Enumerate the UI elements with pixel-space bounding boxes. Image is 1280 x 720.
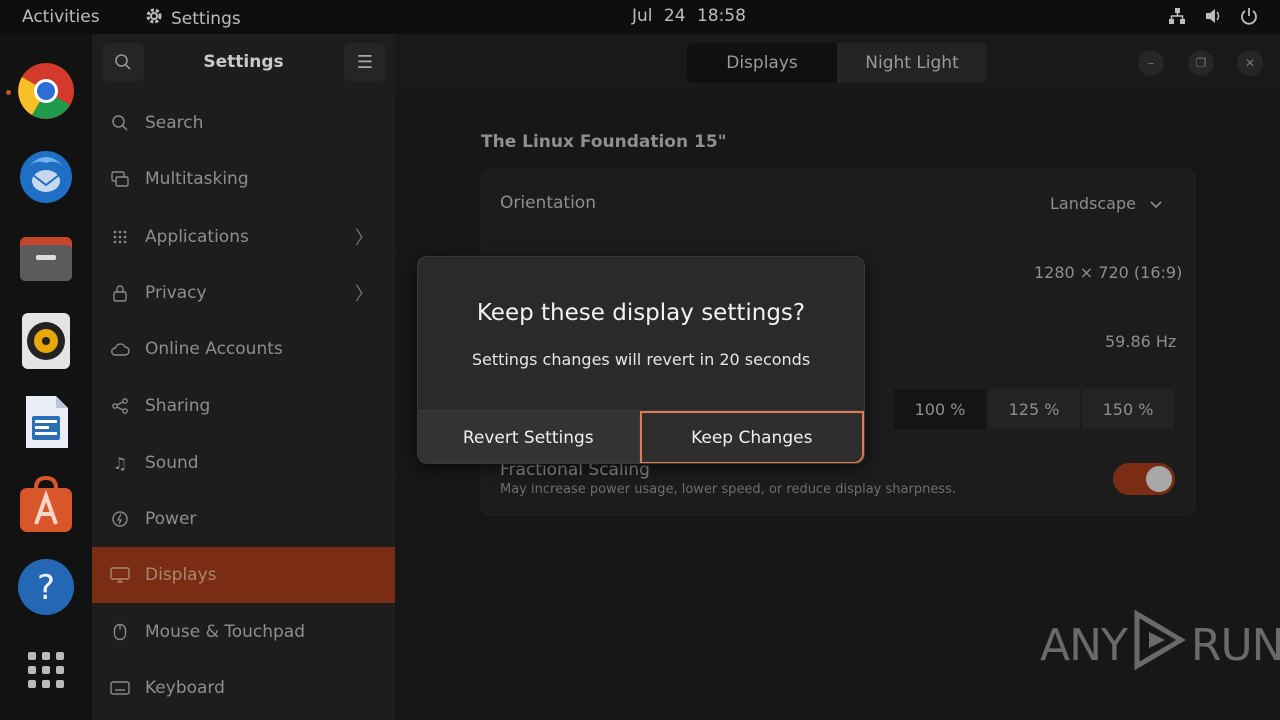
sidebar-item-displays[interactable]: Displays (92, 547, 395, 603)
power-icon (1240, 7, 1258, 25)
restore-icon: ❐ (1195, 56, 1207, 70)
sidebar-item-label: Displays (145, 565, 217, 585)
sidebar-item-label: Power (145, 509, 197, 529)
orientation-dropdown[interactable]: Landscape (1050, 194, 1162, 213)
fractional-scaling-toggle[interactable] (1113, 463, 1175, 495)
maximize-button[interactable]: ❐ (1188, 50, 1214, 76)
chevron-down-icon (1150, 194, 1162, 213)
show-apps-icon[interactable] (16, 640, 76, 700)
files-icon[interactable] (16, 229, 76, 289)
app-center-icon[interactable] (16, 475, 76, 536)
tab-displays[interactable]: Displays (687, 43, 837, 83)
network-icon (1168, 7, 1186, 25)
orientation-value: Landscape (1050, 194, 1136, 213)
header-bar: Displays Night Light – ❐ ✕ (395, 34, 1280, 92)
sidebar-item-label: Sharing (145, 396, 211, 416)
mouse-icon (110, 622, 130, 642)
toggle-knob (1146, 466, 1172, 492)
power-icon (110, 509, 130, 529)
multitasking-icon (110, 169, 130, 189)
keyboard-icon (110, 678, 130, 698)
sidebar-item-power[interactable]: Power (92, 491, 395, 547)
music-note-icon: ♫ (112, 453, 128, 473)
minimize-button[interactable]: – (1138, 50, 1164, 76)
scale-selector: 100 % 125 % 150 % (894, 389, 1174, 429)
resolution-value[interactable]: 1280 × 720 (16:9) (1034, 263, 1182, 282)
sidebar-item-online-accounts[interactable]: Online Accounts (92, 321, 395, 377)
sidebar-item-sound[interactable]: ♫ Sound (92, 435, 395, 491)
close-button[interactable]: ✕ (1237, 50, 1263, 76)
gear-icon (144, 6, 164, 31)
sidebar-item-label: Applications (145, 227, 249, 247)
cloud-icon (110, 339, 130, 359)
top-bar: Activities Settings Jul 24 18:58 (0, 0, 1280, 34)
hamburger-icon: ☰ (356, 51, 374, 73)
play-logo-icon (1131, 609, 1187, 681)
chrome-icon[interactable] (16, 61, 76, 121)
watermark-text-right: RUN (1190, 620, 1280, 671)
help-icon[interactable]: ? (16, 557, 76, 617)
sidebar-item-search[interactable]: Search (92, 95, 395, 151)
scale-100-button[interactable]: 100 % (894, 389, 986, 429)
sidebar-item-label: Privacy (145, 283, 207, 303)
lock-icon (110, 283, 130, 303)
revert-settings-button[interactable]: Revert Settings (418, 411, 640, 463)
clock[interactable]: Jul 24 18:58 (632, 6, 746, 26)
dialog-button-row: Revert Settings Keep Changes (418, 410, 864, 463)
app-name: Settings (171, 8, 241, 29)
search-icon (110, 113, 130, 133)
sidebar-item-label: Online Accounts (145, 339, 283, 359)
settings-sidebar: Settings ☰ Search Multitasking Applicati… (92, 34, 395, 720)
hamburger-menu-button[interactable]: ☰ (344, 43, 386, 81)
writer-icon[interactable] (16, 392, 76, 452)
orientation-label: Orientation (500, 193, 596, 213)
system-status[interactable] (1168, 7, 1258, 25)
dialog-message: Settings changes will revert in 20 secon… (471, 350, 811, 369)
chevron-right-icon: 〉 (355, 228, 373, 249)
sidebar-item-sharing[interactable]: Sharing (92, 378, 395, 434)
sidebar-item-label: Multitasking (145, 169, 249, 189)
watermark-text-left: ANY (1040, 620, 1128, 671)
activities-button[interactable]: Activities (22, 7, 100, 27)
sidebar-item-label: Search (145, 113, 204, 133)
sidebar-item-label: Mouse & Touchpad (145, 622, 306, 642)
volume-icon (1204, 7, 1222, 25)
scale-150-button[interactable]: 150 % (1082, 389, 1174, 429)
monitor-icon (110, 565, 130, 585)
keep-changes-button[interactable]: Keep Changes (639, 411, 864, 463)
apps-grid-icon (110, 227, 130, 247)
rhythmbox-icon[interactable] (16, 311, 76, 371)
fractional-scaling-subtitle: May increase power usage, lower speed, o… (500, 482, 956, 497)
sidebar-item-label: Keyboard (145, 678, 225, 698)
view-switcher: Displays Night Light (687, 43, 987, 83)
anyrun-watermark: ANY RUN (1040, 609, 1280, 681)
thunderbird-icon[interactable] (16, 145, 76, 205)
minimize-icon: – (1148, 56, 1154, 70)
sidebar-item-applications[interactable]: Applications 〉 (92, 209, 395, 265)
sidebar-item-keyboard[interactable]: Keyboard (92, 660, 395, 716)
close-icon: ✕ (1244, 56, 1256, 70)
refresh-rate-value[interactable]: 59.86 Hz (1105, 332, 1176, 351)
app-menu[interactable]: Settings (144, 6, 241, 31)
svg-text:?: ? (37, 568, 55, 608)
sidebar-item-privacy[interactable]: Privacy 〉 (92, 265, 395, 321)
monitor-name: The Linux Foundation 15" (481, 132, 727, 152)
sidebar-item-mouse-touchpad[interactable]: Mouse & Touchpad (92, 604, 395, 660)
sidebar-item-label: Sound (145, 453, 199, 473)
dialog-title: Keep these display settings? (476, 300, 806, 326)
sidebar-header: Settings ☰ (92, 34, 395, 92)
dock: ? (0, 34, 92, 720)
scale-125-button[interactable]: 125 % (988, 389, 1080, 429)
sidebar-item-multitasking[interactable]: Multitasking (92, 151, 395, 207)
keep-settings-dialog: Keep these display settings? Settings ch… (417, 256, 865, 464)
running-indicator (6, 90, 11, 95)
share-icon (110, 396, 130, 416)
chevron-right-icon: 〉 (355, 284, 373, 305)
tab-night-light[interactable]: Night Light (837, 43, 987, 83)
